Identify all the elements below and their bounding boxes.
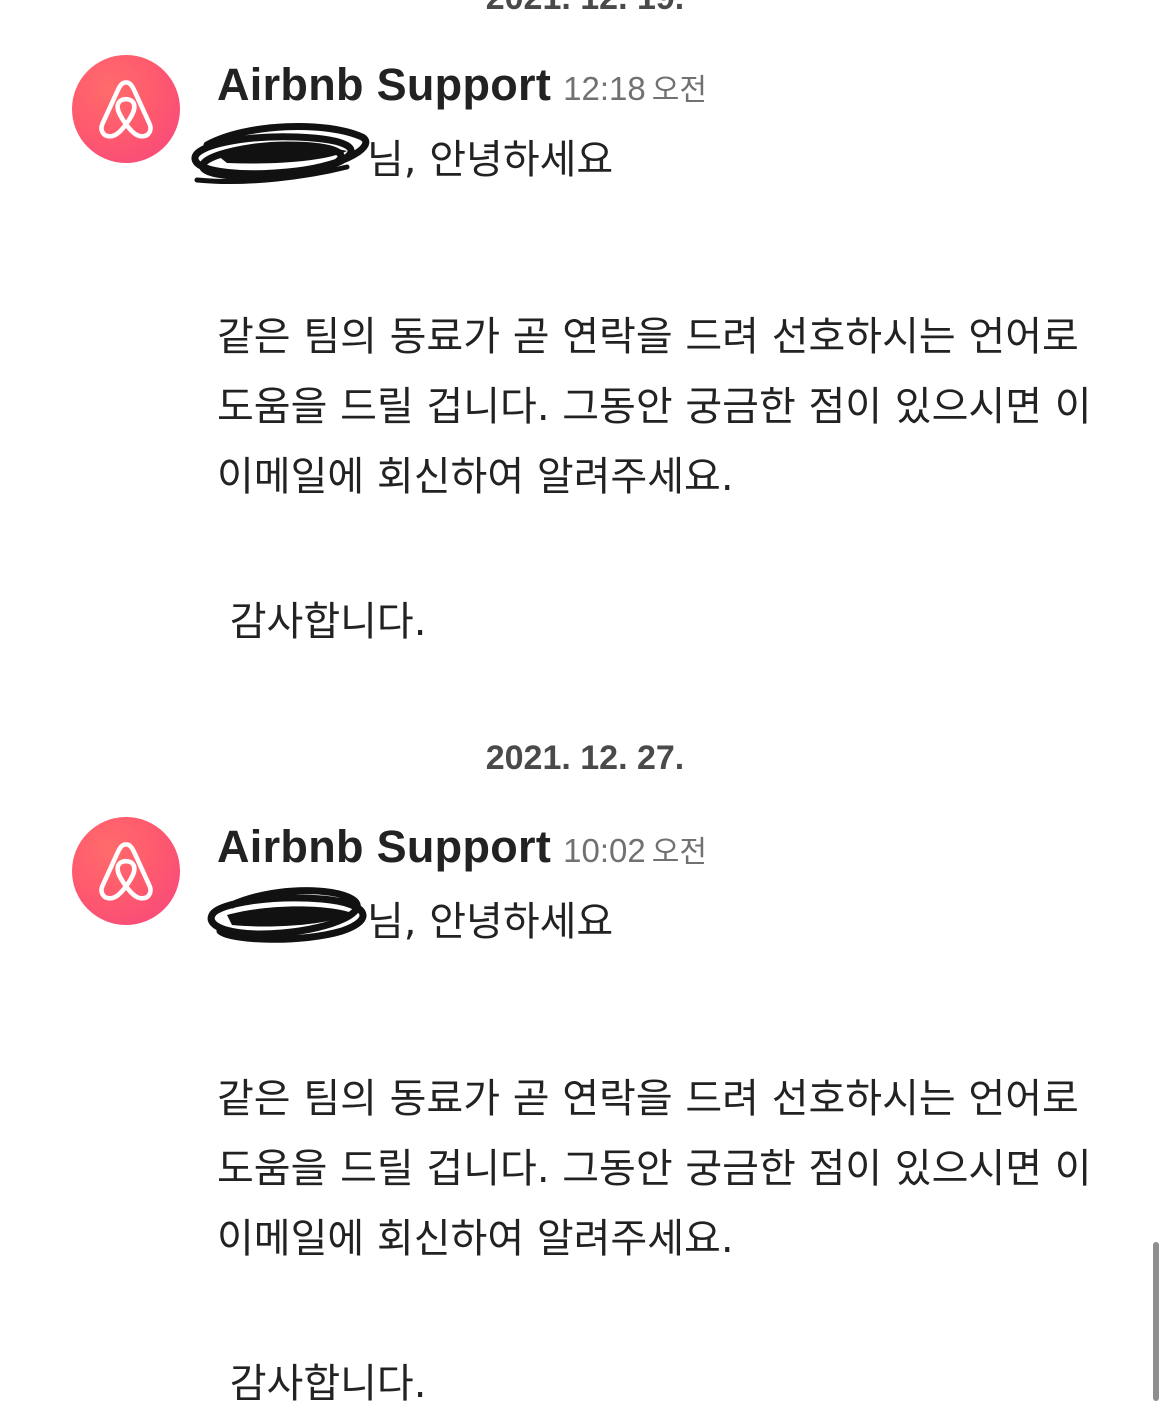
greeting-text: 님, 안녕하세요 <box>367 899 614 945</box>
message-paragraph: 같은 팀의 동료가 곧 연락을 드려 선호하시는 언어로 도움을 드릴 겁니다.… <box>217 1076 1092 1262</box>
message-closing: 감사합니다. <box>217 599 427 645</box>
sender-avatar[interactable] <box>72 817 180 925</box>
date-divider-top: 2021. 12. 19. <box>0 0 1170 18</box>
redaction-scribble <box>207 887 367 943</box>
message-body: 님, 안녕하세요 같은 팀의 동료가 곧 연락을 드려 선호하시는 언어로 도움… <box>207 887 1097 1419</box>
sender-name: Airbnb Support <box>217 59 552 110</box>
airbnb-logo-icon <box>99 80 153 139</box>
message-header: Airbnb Support 10:02 오전 <box>217 819 707 885</box>
date-divider: 2021. 12. 27. <box>485 739 685 777</box>
message-body: 님, 안녕하세요 같은 팀의 동료가 곧 연락을 드려 선호하시는 언어로 도움… <box>191 123 1097 657</box>
sender-avatar[interactable] <box>72 55 180 163</box>
greeting-line: 님, 안녕하세요 <box>207 887 1097 957</box>
scrollbar[interactable] <box>1153 1242 1159 1401</box>
message-ampm: 오전 <box>651 835 707 870</box>
message-time: 12:18 <box>563 70 646 107</box>
message-ampm: 오전 <box>651 73 707 108</box>
airbnb-logo-icon <box>99 842 153 901</box>
redaction-scribble <box>191 123 370 185</box>
greeting-text: 님, 안녕하세요 <box>367 137 614 183</box>
sender-name: Airbnb Support <box>217 821 552 872</box>
message-header: Airbnb Support 12:18 오전 <box>217 57 707 123</box>
greeting-line: 님, 안녕하세요 <box>191 123 1097 195</box>
message-closing: 감사합니다. <box>217 1361 427 1407</box>
message-time: 10:02 <box>563 832 646 869</box>
message-paragraph: 같은 팀의 동료가 곧 연락을 드려 선호하시는 언어로 도움을 드릴 겁니다.… <box>217 314 1092 500</box>
